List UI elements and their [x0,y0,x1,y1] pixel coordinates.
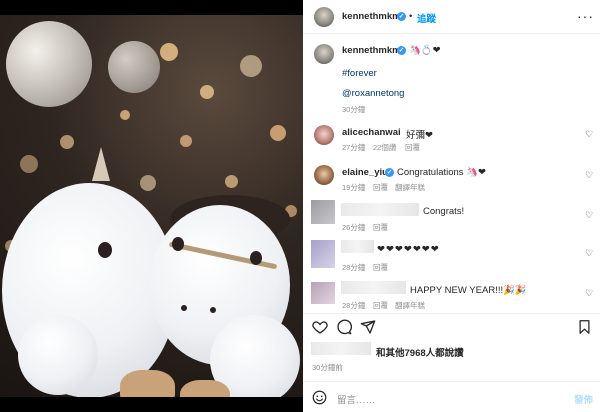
bokeh-light [140,175,156,191]
more-options-icon[interactable]: ··· [577,9,594,23]
comment-input[interactable]: 留言…… [337,392,375,406]
horse-eye [250,251,262,265]
bokeh-light [200,85,214,99]
comment-time: 26分鐘 [342,223,366,232]
plush-hoof [120,370,175,397]
header-dot: • [409,11,413,22]
comment-avatar[interactable] [314,125,334,145]
comment-username[interactable]: elaine_yiu [342,167,388,178]
instagram-post-window: kennethmkm ✓ • 追蹤 ··· kennethmkm ✓ 🦄💍❤ #… [0,0,600,412]
like-comment-heart-icon[interactable]: ♡ [585,129,593,140]
horse-nostril [181,305,187,311]
comment-reply-link[interactable]: 回覆 [373,222,388,233]
unicorn-eye [98,242,112,258]
caption-mention[interactable]: @roxannetong [342,88,404,99]
verified-badge-icon: ✓ [397,12,406,21]
actions-divider [303,313,600,314]
comment-text: Congrats! [423,206,465,217]
comment-time: 27分鐘 [342,143,366,152]
comment-reply-link[interactable]: 回覆 [373,182,388,193]
caption-avatar[interactable] [314,44,334,64]
bokeh-light [240,55,262,77]
post-comment-button[interactable]: 發佈 [574,392,593,406]
blurred-username [341,281,406,294]
bokeh-light [20,155,38,173]
comment-text: Congratulations 🦄❤ [397,167,486,178]
caption-username[interactable]: kennethmkm [342,45,401,56]
emoji-smiley-icon[interactable] [312,390,327,405]
comment-translate-link[interactable]: 翻譯年糕 [395,182,425,193]
comment-text: 好彌❤ [406,130,433,141]
share-paper-plane-icon[interactable] [360,319,376,335]
unicorn-horn [92,147,110,181]
post-side-panel: kennethmkm ✓ • 追蹤 ··· kennethmkm ✓ 🦄💍❤ #… [303,0,600,412]
verified-badge-icon: ✓ [397,46,406,55]
comment-username[interactable]: alicechanwai [342,127,401,138]
blurred-username [341,203,419,216]
bokeh-light [120,110,130,120]
bokeh-light [225,175,238,188]
comment-reply-link[interactable]: 回覆 [405,142,420,153]
blurred-username [341,240,374,253]
comment-avatar[interactable] [311,240,335,268]
blurred-liker-names [311,342,371,355]
comment-bubble-icon[interactable] [336,319,352,335]
comment-avatar[interactable] [311,200,335,224]
horse-eye [172,237,184,251]
author-username[interactable]: kennethmkm [342,11,401,22]
silver-ornament [6,21,92,107]
comment-avatar[interactable] [314,165,334,185]
like-comment-heart-icon[interactable]: ♡ [585,248,593,259]
caption-time: 30分鐘 [342,105,366,114]
save-bookmark-icon[interactable] [577,319,592,335]
verified-badge-icon: ✓ [385,168,394,177]
composer-divider [303,381,600,382]
like-comment-heart-icon[interactable]: ♡ [585,170,593,181]
post-time: 30分鐘前 [312,363,343,372]
bokeh-light [160,43,178,61]
comment-time: 28分鐘 [342,263,366,272]
plush-hoof [180,380,230,397]
author-avatar[interactable] [314,7,334,27]
caption-hashtag[interactable]: #forever [342,68,377,79]
comment-reply-link[interactable]: 回覆 [373,300,388,311]
comment-text: HAPPY NEW YEAR!!!🎉🎉 [410,285,527,296]
comment-reply-link[interactable]: 回覆 [373,262,388,273]
post-photo[interactable] [0,15,303,397]
bokeh-light [180,135,192,147]
comment-likes[interactable]: 22個讚 [373,142,396,153]
unicorn-leg [18,315,98,395]
bokeh-light [60,135,74,149]
horse-nostril [210,307,216,313]
silver-ornament [108,41,160,93]
comment-time: 19分鐘 [342,183,366,192]
like-heart-icon[interactable] [312,319,328,335]
comment-time: 28分鐘 [342,301,366,310]
follow-button[interactable]: 追蹤 [417,11,436,25]
comment-translate-link[interactable]: 翻譯年糕 [395,300,425,311]
caption-emoji: 🦄💍❤ [409,45,441,56]
like-comment-heart-icon[interactable]: ♡ [585,288,593,299]
header-divider [303,33,600,34]
likes-count[interactable]: 和其他7968人都說讚 [376,345,464,359]
bokeh-light [270,125,286,141]
like-comment-heart-icon[interactable]: ♡ [585,210,593,221]
comment-avatar[interactable] [311,282,335,304]
comment-text: ❤❤❤❤❤❤❤ [377,244,440,255]
